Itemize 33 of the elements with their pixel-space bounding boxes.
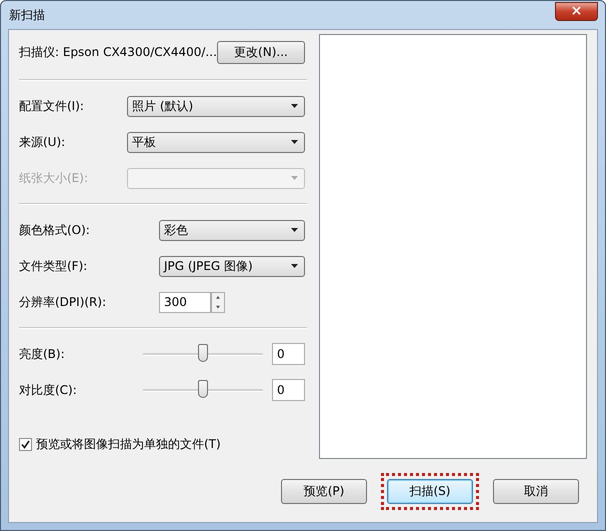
dialog-button[interactable]: 预览(P) (281, 479, 367, 504)
window-title: 新扫描 (8, 6, 45, 24)
dropdown[interactable]: JPG (JPEG 图像) (159, 256, 305, 276)
caret-icon (291, 228, 298, 232)
value-field[interactable]: 0 (272, 379, 305, 401)
field-label: 亮度(B): (19, 346, 65, 362)
dropdown[interactable]: 彩色 (159, 220, 305, 240)
change-button[interactable]: 更改(N)... (216, 40, 305, 64)
dropdown[interactable]: 照片 (默认) (127, 96, 305, 116)
checkbox-option[interactable]: 预览或将图像扫描为单独的文件(T) (19, 436, 307, 453)
scanner-label: 扫描仪: Epson CX4300/CX4400/... (19, 44, 217, 60)
field-label: 分辨率(DPI)(R): (19, 294, 106, 310)
field-label: 配置文件(I): (19, 98, 84, 114)
dropdown[interactable]: 平板 (127, 132, 305, 152)
caret-icon (291, 104, 298, 108)
resolution-field[interactable]: 300 (159, 292, 211, 312)
caret-icon (291, 176, 298, 180)
spin-buttons[interactable] (211, 292, 225, 312)
caret-icon (291, 264, 298, 268)
dialog-button[interactable]: 扫描(S) (387, 479, 473, 504)
checkbox[interactable] (19, 438, 32, 451)
value-field[interactable]: 0 (272, 343, 305, 365)
checkmark-icon (21, 440, 30, 449)
dialog-button[interactable]: 取消 (493, 479, 579, 504)
slider-thumb[interactable] (198, 344, 208, 362)
caret-icon (291, 140, 298, 144)
slider-thumb[interactable] (198, 380, 208, 398)
field-label: 对比度(C): (19, 382, 77, 398)
field-label: 来源(U): (19, 134, 66, 150)
close-button[interactable]: × (555, 2, 598, 20)
field-label: 纸张大小(E): (19, 170, 88, 186)
field-label: 颜色格式(O): (19, 222, 90, 238)
field-label: 文件类型(F): (19, 258, 88, 274)
